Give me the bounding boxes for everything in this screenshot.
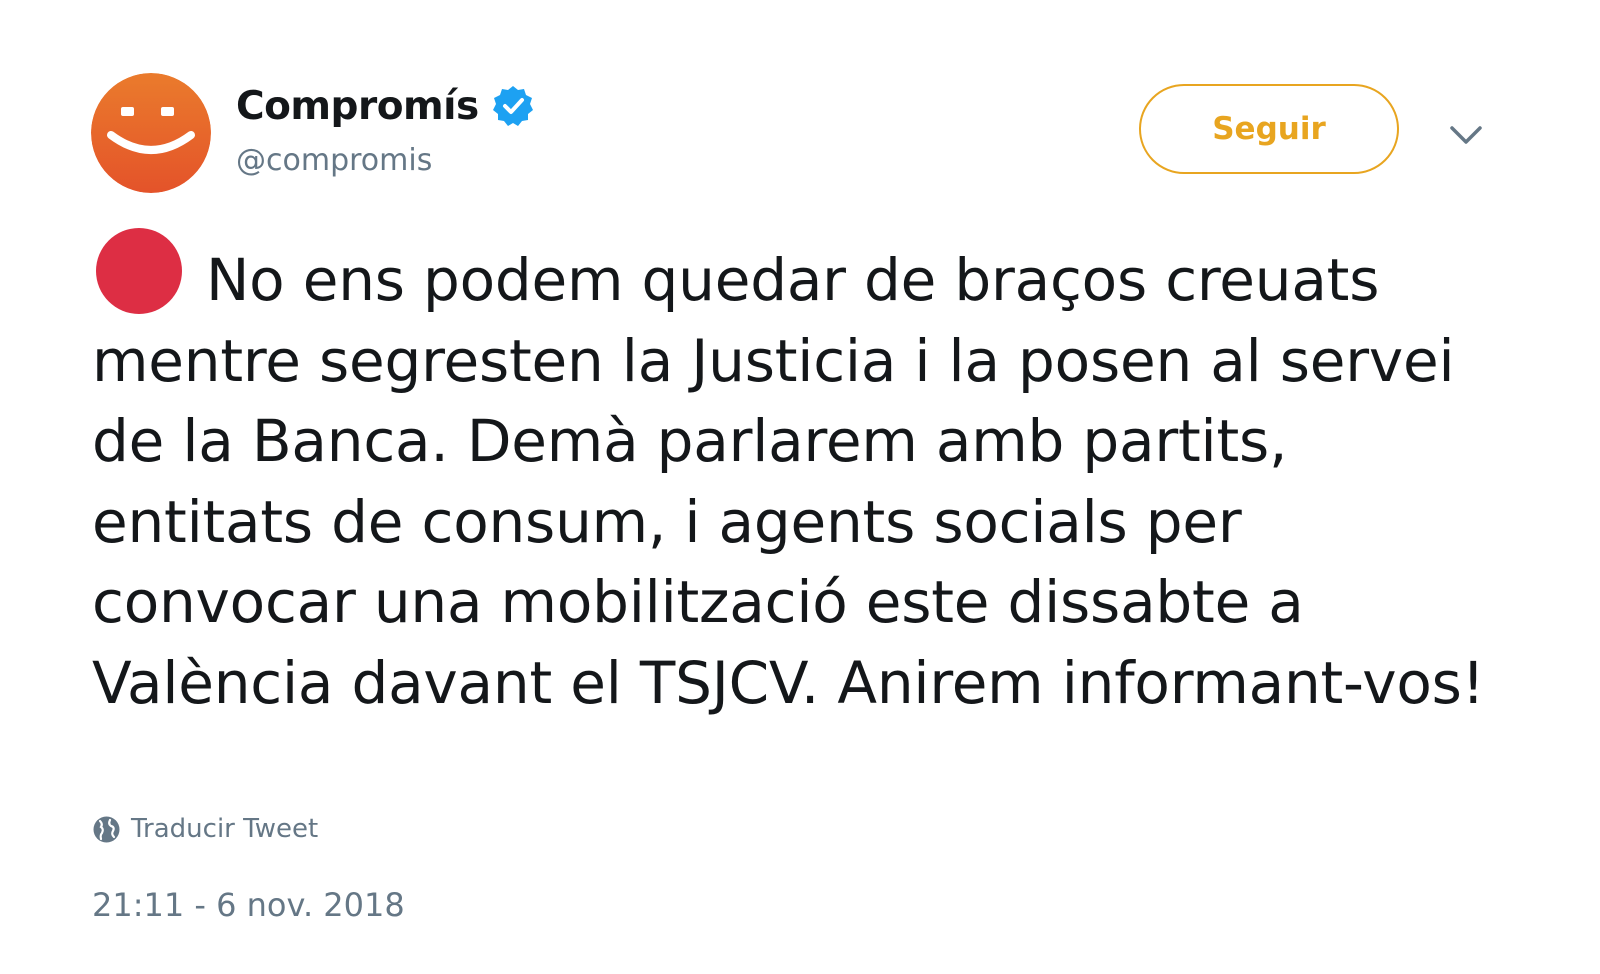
tweet-card: Compromís @compromis Seguir No ens podem… (0, 0, 1600, 974)
author-handle[interactable]: @compromis (236, 143, 432, 178)
follow-button[interactable]: Seguir (1139, 84, 1399, 174)
verified-badge-icon (491, 84, 535, 128)
globe-icon (92, 815, 121, 844)
translate-tweet-link[interactable]: Traducir Tweet (92, 812, 318, 846)
translate-tweet-label: Traducir Tweet (131, 814, 319, 844)
tweet-timestamp[interactable]: 21:11 - 6 nov. 2018 (92, 886, 405, 924)
tweet-text: No ens podem quedar de braços creuats me… (92, 228, 1492, 723)
red-circle-emoji-icon (96, 228, 182, 314)
tweet-body: No ens podem quedar de braços creuats me… (92, 246, 1485, 717)
orange-smiley-avatar-icon (91, 73, 211, 193)
chevron-down-icon[interactable] (1446, 118, 1486, 154)
author-display-name[interactable]: Compromís (236, 84, 479, 129)
author-name-row: Compromís (236, 82, 535, 130)
avatar[interactable] (91, 73, 211, 193)
